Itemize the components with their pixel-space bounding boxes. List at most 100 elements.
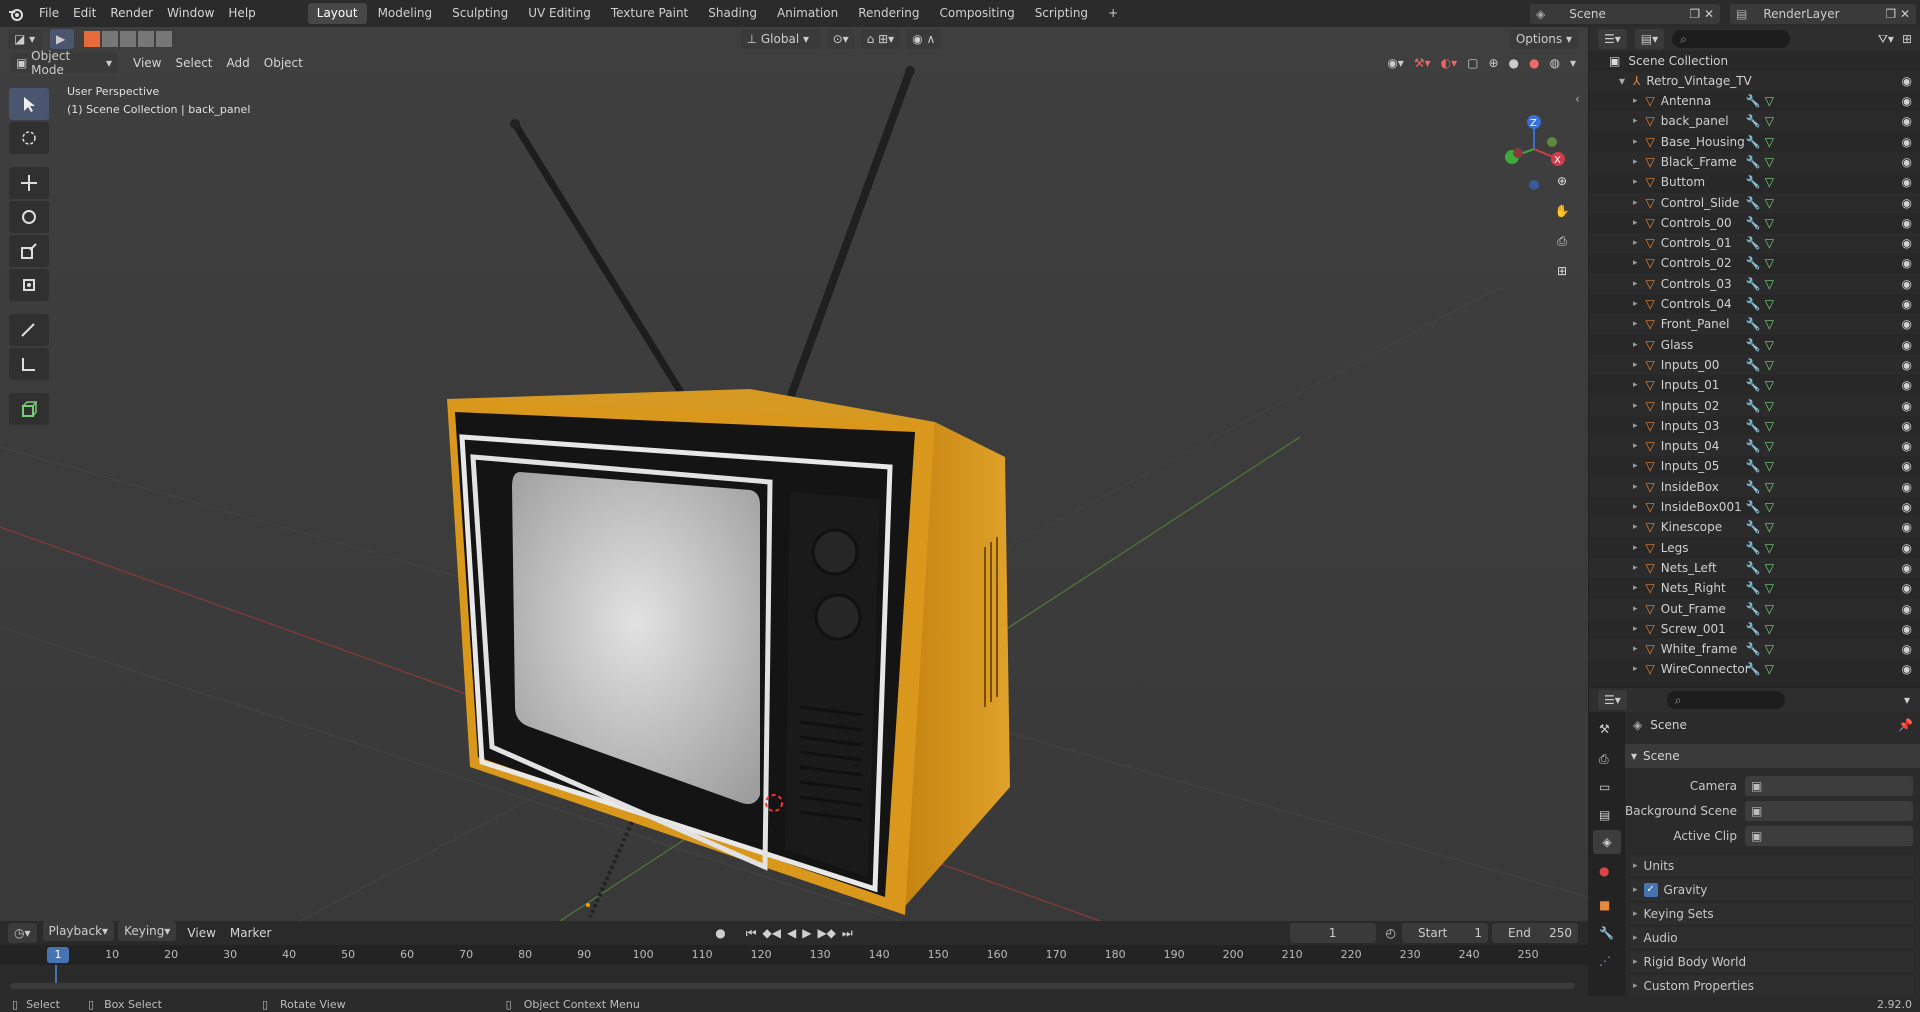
outliner-item[interactable]: ▸ ▽ Inputs_04 🔧 ▽ ◉ <box>1589 436 1920 457</box>
properties-search-input[interactable]: ⌕ <box>1666 691 1785 709</box>
mesh-data-icon[interactable]: ▽ <box>1765 175 1774 189</box>
outliner-item[interactable]: ▸ ▽ Base_Housing 🔧 ▽ ◉ <box>1589 132 1920 152</box>
eye-icon[interactable]: ◉ <box>1902 541 1912 555</box>
play-icon[interactable]: ▶ <box>802 926 811 940</box>
mesh-data-icon[interactable]: ▽ <box>1765 135 1774 149</box>
outliner-item[interactable]: ▸ ▽ InsideBox 🔧 ▽ ◉ <box>1589 476 1920 497</box>
world-tab-icon[interactable]: ● <box>1599 864 1609 878</box>
mesh-data-icon[interactable]: ▽ <box>1765 338 1774 352</box>
copy-icon[interactable]: ❐ <box>1689 7 1700 21</box>
pin-icon[interactable]: 📌 <box>1898 718 1913 732</box>
tab-uv-editing[interactable]: UV Editing <box>519 3 600 24</box>
tab-shading[interactable]: Shading <box>699 3 766 24</box>
expand-arrow-icon[interactable]: ▸ <box>1633 198 1638 208</box>
snap-icon[interactable]: ⌂ ⊞▾ <box>860 29 901 49</box>
timeline-editor-type[interactable]: ◷▾ <box>8 923 37 943</box>
properties-options-icon[interactable]: ▾ <box>1904 693 1910 707</box>
eye-icon[interactable]: ◉ <box>1902 358 1912 372</box>
outliner-item[interactable]: ▸ ▽ Controls_04 🔧 ▽ ◉ <box>1589 294 1920 314</box>
copy-icon[interactable]: ❐ <box>1885 7 1896 21</box>
tab-compositing[interactable]: Compositing <box>930 3 1023 24</box>
expand-arrow-icon[interactable]: ▸ <box>1633 258 1638 268</box>
eye-icon[interactable]: ◉ <box>1902 236 1912 250</box>
expand-arrow-icon[interactable]: ▸ <box>1633 401 1638 411</box>
perspective-toggle-icon[interactable]: ⊞ <box>1550 259 1574 283</box>
outliner-collection-retro[interactable]: ▾ ⅄ Retro_Vintage_TV ◉ <box>1589 71 1920 91</box>
eye-icon[interactable]: ◉ <box>1902 520 1912 534</box>
wireframe-shading-icon[interactable]: ⊕ <box>1488 56 1498 70</box>
eye-icon[interactable]: ◉ <box>1902 196 1912 210</box>
filter-icon[interactable]: ⛛▾ <box>1878 32 1894 47</box>
gizmo-z-neg-icon[interactable] <box>1529 180 1539 190</box>
mesh-data-icon[interactable]: ▽ <box>1765 459 1774 473</box>
mesh-data-icon[interactable]: ▽ <box>1765 439 1774 453</box>
solid-shading-icon[interactable]: ● <box>1509 56 1519 70</box>
modifier-icon[interactable]: 🔧 <box>1746 399 1761 413</box>
new-collection-icon[interactable]: ⊞ <box>1902 32 1912 46</box>
modifier-icon[interactable]: 🔧 <box>1746 175 1761 189</box>
add-workspace-button[interactable]: + <box>1099 3 1127 24</box>
expand-arrow-icon[interactable]: ▸ <box>1633 177 1638 187</box>
options-dropdown[interactable]: Options ▾ <box>1509 29 1579 49</box>
menu-help[interactable]: Help <box>221 0 262 27</box>
mesh-data-icon[interactable]: ▽ <box>1765 94 1774 108</box>
outliner-item[interactable]: ▸ ▽ Antenna 🔧 ▽ ◉ <box>1589 91 1920 111</box>
frame-ruler[interactable]: 1 10 20 30 40 50 60 70 80 90 100 110 120 130 140 150 160… <box>0 945 1588 965</box>
modifier-icon[interactable]: 🔧 <box>1746 236 1761 250</box>
field-camera[interactable]: ▣ <box>1745 776 1913 796</box>
modifier-icon[interactable]: 🔧 <box>1746 662 1761 676</box>
mesh-data-icon[interactable]: ▽ <box>1765 378 1774 392</box>
section-gravity[interactable]: ▸ ✓ Gravity <box>1629 878 1914 900</box>
add-cube-tool-icon[interactable] <box>9 393 49 425</box>
timeline-menu-keying[interactable]: Keying ▾ <box>118 921 177 941</box>
section-rigid-body-world[interactable]: ▸ Rigid Body World <box>1629 950 1914 972</box>
next-keyframe-icon[interactable]: ▶◆ <box>817 926 835 940</box>
eye-icon[interactable]: ◉ <box>1902 500 1912 514</box>
outliner-item[interactable]: ▸ ▽ Controls_03 🔧 ▽ ◉ <box>1589 273 1920 294</box>
eye-icon[interactable]: ◉ <box>1902 399 1912 413</box>
modifier-icon[interactable]: 🔧 <box>1746 297 1761 311</box>
mesh-data-icon[interactable]: ▽ <box>1765 256 1774 270</box>
visibility-icon[interactable]: ◉▾ <box>1387 56 1404 70</box>
outliner-item[interactable]: ▸ ▽ Controls_02 🔧 ▽ ◉ <box>1589 253 1920 273</box>
measure-tool-icon[interactable] <box>9 348 49 380</box>
rotate-tool-icon[interactable] <box>9 201 49 233</box>
modifier-icon[interactable]: 🔧 <box>1746 480 1761 494</box>
shading-options-icon[interactable]: ▾ <box>1570 56 1576 70</box>
expand-arrow-icon[interactable]: ▸ <box>1633 340 1638 350</box>
mesh-data-icon[interactable]: ▽ <box>1765 297 1774 311</box>
expand-arrow-icon[interactable]: ▸ <box>1633 563 1638 573</box>
outliner-scene-collection[interactable]: ▣ Scene Collection <box>1589 51 1920 71</box>
eye-icon[interactable]: ◉ <box>1902 581 1912 595</box>
pivot-point-icon[interactable]: ⊙▾ <box>826 29 855 49</box>
expand-arrow-icon[interactable]: ▸ <box>1633 644 1638 654</box>
eye-icon[interactable]: ◉ <box>1902 419 1912 433</box>
viewport-menu-view[interactable]: View <box>126 51 168 75</box>
timeline-menu-marker[interactable]: Marker <box>223 921 278 945</box>
mesh-data-icon[interactable]: ▽ <box>1765 399 1774 413</box>
play-reverse-icon[interactable]: ◀ <box>787 926 796 940</box>
expand-arrow-icon[interactable]: ▸ <box>1633 319 1638 329</box>
eye-icon[interactable]: ◉ <box>1902 297 1912 311</box>
current-frame-field[interactable]: 1 <box>1289 923 1376 943</box>
outliner-item[interactable]: ▸ ▽ Out_Frame 🔧 ▽ ◉ <box>1589 598 1920 619</box>
field-background-scene[interactable]: ▣ <box>1745 801 1913 821</box>
outliner-item[interactable]: ▸ ▽ White_frame 🔧 ▽ ◉ <box>1589 639 1920 660</box>
outliner-item[interactable]: ▸ ▽ Controls_00 🔧 ▽ ◉ <box>1589 213 1920 233</box>
3d-viewport[interactable]: Z X ◪ ▾ ▶ ⊥ Global ▾ ⊙▾ ⌂ ⊞▾ ◉ ∧ Options… <box>0 27 1588 921</box>
zoom-icon[interactable]: ⊕ <box>1550 169 1574 193</box>
sidebar-toggle-icon[interactable]: ‹ <box>1575 92 1580 106</box>
modifier-icon[interactable]: 🔧 <box>1746 459 1761 473</box>
mesh-data-icon[interactable]: ▽ <box>1765 541 1774 555</box>
modifier-icon[interactable]: 🔧 <box>1746 378 1761 392</box>
expand-arrow-icon[interactable]: ▸ <box>1633 461 1638 471</box>
tab-animation[interactable]: Animation <box>768 3 847 24</box>
outliner-item[interactable]: ▸ ▽ Buttom 🔧 ▽ ◉ <box>1589 172 1920 192</box>
mesh-data-icon[interactable]: ▽ <box>1765 662 1774 676</box>
modifier-icon[interactable]: 🔧 <box>1746 216 1761 230</box>
eye-icon[interactable]: ◉ <box>1902 439 1912 453</box>
tab-modeling[interactable]: Modeling <box>369 3 442 24</box>
mesh-data-icon[interactable]: ▽ <box>1765 419 1774 433</box>
selection-mode-icons[interactable] <box>84 31 172 47</box>
close-icon[interactable]: ✕ <box>1704 7 1714 21</box>
